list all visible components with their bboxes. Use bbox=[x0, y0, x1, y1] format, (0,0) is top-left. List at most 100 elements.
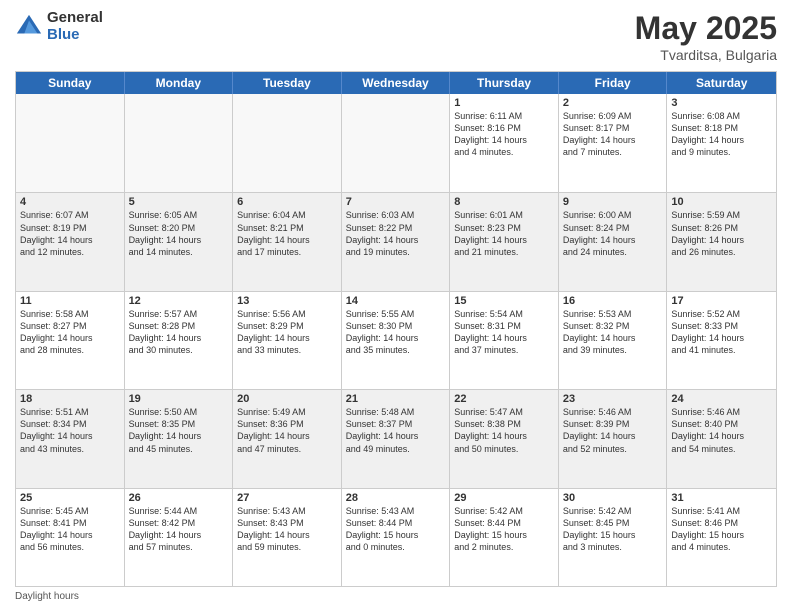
cal-cell: 23 Sunrise: 5:46 AM Sunset: 8:39 PM Dayli… bbox=[559, 390, 668, 487]
header: General Blue May 2025 Tvarditsa, Bulgari… bbox=[15, 10, 777, 63]
day-number: 13 bbox=[237, 295, 337, 307]
cell-info: Sunrise: 6:03 AM Sunset: 8:22 PM Dayligh… bbox=[346, 210, 419, 256]
cell-info: Sunrise: 6:04 AM Sunset: 8:21 PM Dayligh… bbox=[237, 210, 310, 256]
cell-info: Sunrise: 5:57 AM Sunset: 8:28 PM Dayligh… bbox=[129, 309, 202, 355]
cal-cell: 6 Sunrise: 6:04 AM Sunset: 8:21 PM Daylig… bbox=[233, 193, 342, 290]
cal-cell: 25 Sunrise: 5:45 AM Sunset: 8:41 PM Dayli… bbox=[16, 489, 125, 586]
day-number: 16 bbox=[563, 295, 663, 307]
logo-text: General Blue bbox=[47, 10, 103, 43]
day-number: 22 bbox=[454, 393, 554, 405]
cell-info: Sunrise: 5:46 AM Sunset: 8:40 PM Dayligh… bbox=[671, 407, 744, 453]
calendar-header: SundayMondayTuesdayWednesdayThursdayFrid… bbox=[16, 72, 776, 94]
cell-info: Sunrise: 5:56 AM Sunset: 8:29 PM Dayligh… bbox=[237, 309, 310, 355]
day-number: 8 bbox=[454, 196, 554, 208]
day-number: 31 bbox=[671, 492, 772, 504]
cal-cell: 13 Sunrise: 5:56 AM Sunset: 8:29 PM Dayli… bbox=[233, 292, 342, 389]
cal-cell: 7 Sunrise: 6:03 AM Sunset: 8:22 PM Daylig… bbox=[342, 193, 451, 290]
day-number: 6 bbox=[237, 196, 337, 208]
cal-cell: 1 Sunrise: 6:11 AM Sunset: 8:16 PM Daylig… bbox=[450, 94, 559, 192]
day-number: 15 bbox=[454, 295, 554, 307]
cell-info: Sunrise: 5:45 AM Sunset: 8:41 PM Dayligh… bbox=[20, 506, 93, 552]
cal-cell: 5 Sunrise: 6:05 AM Sunset: 8:20 PM Daylig… bbox=[125, 193, 234, 290]
cal-row: 25 Sunrise: 5:45 AM Sunset: 8:41 PM Dayli… bbox=[16, 488, 776, 586]
day-number: 25 bbox=[20, 492, 120, 504]
cell-info: Sunrise: 5:44 AM Sunset: 8:42 PM Dayligh… bbox=[129, 506, 202, 552]
day-number: 3 bbox=[671, 97, 772, 109]
calendar: SundayMondayTuesdayWednesdayThursdayFrid… bbox=[15, 71, 777, 587]
logo-general: General bbox=[47, 10, 103, 27]
logo-blue: Blue bbox=[47, 27, 103, 44]
cell-info: Sunrise: 5:50 AM Sunset: 8:35 PM Dayligh… bbox=[129, 407, 202, 453]
cell-info: Sunrise: 6:11 AM Sunset: 8:16 PM Dayligh… bbox=[454, 111, 527, 157]
cell-info: Sunrise: 5:42 AM Sunset: 8:45 PM Dayligh… bbox=[563, 506, 636, 552]
day-number: 12 bbox=[129, 295, 229, 307]
cal-cell: 20 Sunrise: 5:49 AM Sunset: 8:36 PM Dayli… bbox=[233, 390, 342, 487]
cal-cell bbox=[16, 94, 125, 192]
day-number: 20 bbox=[237, 393, 337, 405]
cal-cell: 24 Sunrise: 5:46 AM Sunset: 8:40 PM Dayli… bbox=[667, 390, 776, 487]
day-number: 24 bbox=[671, 393, 772, 405]
cal-cell: 26 Sunrise: 5:44 AM Sunset: 8:42 PM Dayli… bbox=[125, 489, 234, 586]
cell-info: Sunrise: 5:42 AM Sunset: 8:44 PM Dayligh… bbox=[454, 506, 527, 552]
title-block: May 2025 Tvarditsa, Bulgaria bbox=[635, 10, 777, 63]
day-number: 23 bbox=[563, 393, 663, 405]
cell-info: Sunrise: 5:41 AM Sunset: 8:46 PM Dayligh… bbox=[671, 506, 744, 552]
cell-info: Sunrise: 5:53 AM Sunset: 8:32 PM Dayligh… bbox=[563, 309, 636, 355]
cal-row: 4Sunrise: 6:07 AM Sunset: 8:19 PM Daylig… bbox=[16, 192, 776, 290]
page: General Blue May 2025 Tvarditsa, Bulgari… bbox=[0, 0, 792, 612]
cell-info: Sunrise: 6:00 AM Sunset: 8:24 PM Dayligh… bbox=[563, 210, 636, 256]
cal-cell: 27Sunrise: 5:43 AM Sunset: 8:43 PM Dayli… bbox=[233, 489, 342, 586]
cell-info: Sunrise: 6:09 AM Sunset: 8:17 PM Dayligh… bbox=[563, 111, 636, 157]
cal-cell: 11 Sunrise: 5:58 AM Sunset: 8:27 PM Dayli… bbox=[16, 292, 125, 389]
cal-header-day: Sunday bbox=[16, 72, 125, 94]
cell-info: Sunrise: 5:55 AM Sunset: 8:30 PM Dayligh… bbox=[346, 309, 419, 355]
cal-cell: 31 Sunrise: 5:41 AM Sunset: 8:46 PM Dayli… bbox=[667, 489, 776, 586]
cal-cell bbox=[342, 94, 451, 192]
cal-header-day: Wednesday bbox=[342, 72, 451, 94]
cal-cell: 22 Sunrise: 5:47 AM Sunset: 8:38 PM Dayli… bbox=[450, 390, 559, 487]
day-number: 7 bbox=[346, 196, 446, 208]
day-number: 14 bbox=[346, 295, 446, 307]
cal-cell: 15 Sunrise: 5:54 AM Sunset: 8:31 PM Dayli… bbox=[450, 292, 559, 389]
cal-cell: 16 Sunrise: 5:53 AM Sunset: 8:32 PM Dayli… bbox=[559, 292, 668, 389]
cal-cell: 14 Sunrise: 5:55 AM Sunset: 8:30 PM Dayli… bbox=[342, 292, 451, 389]
cell-info: Sunrise: 5:59 AM Sunset: 8:26 PM Dayligh… bbox=[671, 210, 744, 256]
cal-cell: 21Sunrise: 5:48 AM Sunset: 8:37 PM Dayli… bbox=[342, 390, 451, 487]
cal-header-day: Friday bbox=[559, 72, 668, 94]
cell-info: Sunrise: 5:58 AM Sunset: 8:27 PM Dayligh… bbox=[20, 309, 93, 355]
day-number: 18 bbox=[20, 393, 120, 405]
cell-info: Sunrise: 6:05 AM Sunset: 8:20 PM Dayligh… bbox=[129, 210, 202, 256]
logo-icon bbox=[15, 13, 43, 41]
day-number: 2 bbox=[563, 97, 663, 109]
cell-info: Sunrise: 5:43 AM Sunset: 8:43 PM Dayligh… bbox=[237, 506, 310, 552]
cell-info: Sunrise: 5:43 AM Sunset: 8:44 PM Dayligh… bbox=[346, 506, 419, 552]
cell-info: Sunrise: 5:46 AM Sunset: 8:39 PM Dayligh… bbox=[563, 407, 636, 453]
title-month: May 2025 bbox=[635, 10, 777, 47]
day-number: 9 bbox=[563, 196, 663, 208]
cal-cell: 10Sunrise: 5:59 AM Sunset: 8:26 PM Dayli… bbox=[667, 193, 776, 290]
logo: General Blue bbox=[15, 10, 103, 43]
day-number: 5 bbox=[129, 196, 229, 208]
calendar-body: 1 Sunrise: 6:11 AM Sunset: 8:16 PM Daylig… bbox=[16, 94, 776, 586]
cell-info: Sunrise: 6:01 AM Sunset: 8:23 PM Dayligh… bbox=[454, 210, 527, 256]
cal-cell: 29 Sunrise: 5:42 AM Sunset: 8:44 PM Dayli… bbox=[450, 489, 559, 586]
cal-cell: 4Sunrise: 6:07 AM Sunset: 8:19 PM Daylig… bbox=[16, 193, 125, 290]
day-number: 26 bbox=[129, 492, 229, 504]
day-number: 1 bbox=[454, 97, 554, 109]
cell-info: Sunrise: 5:54 AM Sunset: 8:31 PM Dayligh… bbox=[454, 309, 527, 355]
day-number: 29 bbox=[454, 492, 554, 504]
cal-header-day: Tuesday bbox=[233, 72, 342, 94]
footer-note: Daylight hours bbox=[15, 591, 777, 602]
cell-info: Sunrise: 5:51 AM Sunset: 8:34 PM Dayligh… bbox=[20, 407, 93, 453]
day-number: 11 bbox=[20, 295, 120, 307]
cal-cell bbox=[233, 94, 342, 192]
day-number: 4 bbox=[20, 196, 120, 208]
day-number: 17 bbox=[671, 295, 772, 307]
cal-cell: 19Sunrise: 5:50 AM Sunset: 8:35 PM Dayli… bbox=[125, 390, 234, 487]
day-number: 30 bbox=[563, 492, 663, 504]
cal-cell: 18 Sunrise: 5:51 AM Sunset: 8:34 PM Dayli… bbox=[16, 390, 125, 487]
cell-info: Sunrise: 5:49 AM Sunset: 8:36 PM Dayligh… bbox=[237, 407, 310, 453]
cell-info: Sunrise: 5:47 AM Sunset: 8:38 PM Dayligh… bbox=[454, 407, 527, 453]
cal-cell: 9 Sunrise: 6:00 AM Sunset: 8:24 PM Daylig… bbox=[559, 193, 668, 290]
cal-cell: 28Sunrise: 5:43 AM Sunset: 8:44 PM Dayli… bbox=[342, 489, 451, 586]
